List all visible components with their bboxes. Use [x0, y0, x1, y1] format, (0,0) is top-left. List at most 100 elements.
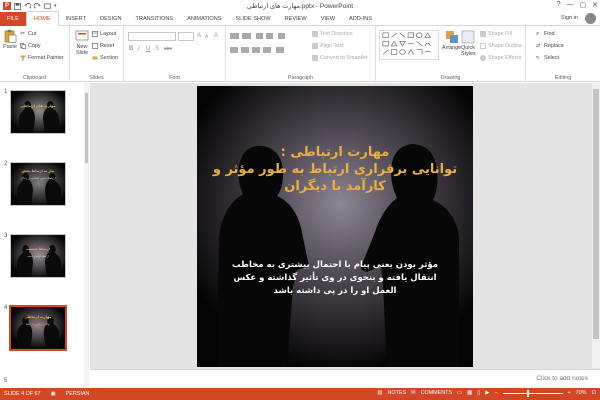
thumbnail-silhouettes [11, 91, 65, 133]
proofing-icon[interactable]: ▣ [51, 391, 56, 397]
select-button[interactable]: ↖ Select [536, 55, 559, 61]
text-direction-button[interactable]: Text Direction [312, 31, 353, 37]
alignment-icons[interactable] [230, 46, 310, 54]
zoom-in-button[interactable]: + [568, 390, 571, 396]
quick-styles-label: Quick Styles [461, 45, 476, 57]
fit-to-window-icon[interactable]: ⊡ [591, 390, 596, 396]
minimize-button[interactable]: — [567, 1, 574, 9]
strikethrough-button[interactable]: abc [164, 46, 172, 52]
arrange-icon [445, 31, 458, 43]
underline-button[interactable]: U [146, 46, 150, 52]
bold-button[interactable]: B [129, 46, 133, 52]
notes-button[interactable]: NOTES [387, 390, 406, 396]
shape-fill-button[interactable]: Shape Fill [480, 31, 512, 37]
convert-smartart-button[interactable]: Convert to SmartArt [312, 55, 368, 61]
paste-button[interactable]: Paste [3, 29, 17, 50]
slide-scrollbar[interactable] [592, 83, 600, 368]
section-button[interactable]: Section [92, 55, 118, 61]
zoom-level[interactable]: 70% [576, 390, 587, 396]
italic-button[interactable]: I [138, 46, 140, 52]
shrink-font-button[interactable]: A [205, 34, 208, 40]
zoom-out-button[interactable]: − [494, 390, 497, 396]
tab-animations[interactable]: ANIMATIONS [180, 12, 228, 26]
arrange-button[interactable]: Arrange [442, 30, 461, 51]
zoom-slider-knob[interactable] [526, 389, 529, 397]
tab-home[interactable]: HOME [25, 11, 59, 26]
slide-thumbnail-2[interactable]: نیاز به ارتباط بخش ارتباطات امری اساسی د… [10, 162, 66, 206]
thumbnail-title: ارتباط چیست [26, 247, 50, 251]
layout-button[interactable]: Layout [92, 31, 116, 37]
normal-view-icon[interactable]: ▭ [457, 390, 462, 396]
new-slide-button[interactable]: New Slide [73, 29, 91, 56]
slide-background-silhouettes [197, 86, 473, 367]
window-title: مهارت های ارتباطی.pptx - PowerPoint [246, 3, 354, 10]
thumbnail-number: 4 [4, 305, 8, 311]
comments-icon[interactable]: ✉ [411, 390, 416, 396]
clipboard-group-label: Clipboard [22, 75, 47, 81]
thumbnail-scrollbar[interactable] [84, 83, 89, 388]
shape-effects-button[interactable]: Shape Effects [480, 55, 521, 61]
thumbnail-number: 2 [4, 161, 8, 167]
quick-styles-button[interactable]: Quick Styles [461, 30, 476, 57]
drawing-group-label: Drawing [440, 75, 461, 81]
comments-button[interactable]: COMMENTS [421, 390, 452, 396]
language-indicator[interactable]: PERSIAN [66, 391, 90, 397]
reset-button[interactable]: Reset [92, 43, 114, 49]
title-bar: P ▾ مهارت های ارتباطی.pptx - PowerPoint … [0, 0, 600, 12]
maximize-button[interactable]: ▢ [580, 1, 587, 9]
sign-in-link[interactable]: Sign in [561, 15, 578, 21]
bullets-icon[interactable] [230, 32, 310, 40]
zoom-slider[interactable] [502, 389, 563, 397]
tab-insert[interactable]: INSERT [59, 12, 93, 26]
reading-view-icon[interactable]: ▯ [477, 390, 480, 396]
tab-view[interactable]: VIEW [314, 12, 342, 26]
notes-pane[interactable]: Click to add notes [90, 369, 600, 388]
scroll-thumb[interactable] [85, 93, 88, 163]
scissors-icon: ✂ [20, 31, 26, 37]
slide-thumbnail-4[interactable]: مهارت ارتباطی توانایی برقراری ارتباط [9, 305, 67, 351]
tab-transitions[interactable]: TRANSITIONS [128, 12, 180, 26]
clear-formatting-button[interactable]: A [214, 33, 218, 39]
avatar[interactable] [585, 13, 596, 24]
font-size-select[interactable] [178, 32, 194, 41]
slide-editing-area: مهارت ارتباطی : توانایی برقراری ارتباط ب… [90, 83, 600, 388]
layout-icon [92, 31, 98, 37]
slideshow-view-icon[interactable]: ▶ [485, 390, 489, 396]
thumbnail-title: نیاز به ارتباط بخش [21, 169, 55, 173]
shapes-gallery[interactable] [379, 30, 439, 60]
align-text-button[interactable]: Align Text [312, 43, 343, 49]
current-slide[interactable]: مهارت ارتباطی : توانایی برقراری ارتباط ب… [197, 86, 473, 367]
slide-sorter-icon[interactable]: ▦ [467, 390, 472, 396]
clipboard-group: Paste ✂ Cut Copy Format Painter Clipboar… [0, 26, 70, 82]
replace-button[interactable]: ⇄ Replace [536, 43, 564, 49]
slides-group: New Slide Layout Reset Section Slides [70, 26, 124, 82]
cut-label: Cut [28, 31, 37, 37]
help-button[interactable]: ? [557, 1, 561, 9]
slide-body-text[interactable]: مؤثر بودن یعنی پیام با احتمال بیشتری به … [227, 259, 443, 299]
format-painter-button[interactable]: Format Painter [20, 55, 64, 61]
shape-outline-button[interactable]: Shape Outline [480, 43, 522, 49]
font-family-select[interactable] [128, 32, 176, 41]
convert-smartart-label: Convert to SmartArt [320, 55, 368, 61]
replace-icon: ⇄ [536, 43, 541, 49]
shadow-button[interactable]: S [155, 46, 159, 52]
paragraph-group-label: Paragraph [287, 75, 314, 81]
scroll-thumb[interactable] [593, 89, 599, 339]
find-button[interactable]: ⌕ Find [536, 31, 555, 37]
tab-slide-show[interactable]: SLIDE SHOW [229, 12, 278, 26]
slide-title[interactable]: مهارت ارتباطی : توانایی برقراری ارتباط ب… [207, 145, 463, 196]
notes-icon[interactable]: ▤ [377, 390, 382, 396]
slide-thumbnail-1[interactable]: مهارت های ارتباطی [10, 90, 66, 134]
cut-button[interactable]: ✂ Cut [20, 31, 36, 37]
paste-label: Paste [3, 44, 17, 50]
copy-button[interactable]: Copy [20, 43, 41, 49]
format-painter-label: Format Painter [28, 55, 64, 61]
close-button[interactable]: ✕ [592, 1, 598, 9]
tab-design[interactable]: DESIGN [93, 12, 128, 26]
find-label: Find [544, 31, 555, 37]
tab-review[interactable]: REVIEW [278, 12, 314, 26]
grow-font-button[interactable]: A [197, 33, 201, 39]
tab-add-ins[interactable]: ADD-INS [342, 12, 379, 26]
slide-thumbnail-3[interactable]: ارتباط چیست ارتباط فرآیندی است [10, 234, 66, 278]
tab-file[interactable]: FILE [0, 11, 26, 26]
